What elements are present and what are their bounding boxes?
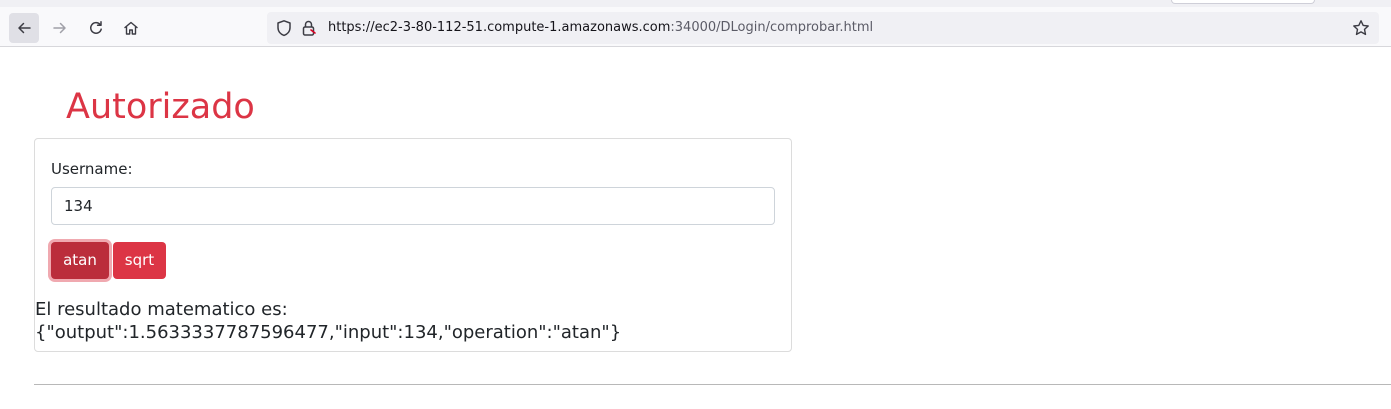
url-text[interactable]: https://ec2-3-80-112-51.compute-1.amazon…	[328, 20, 873, 36]
forward-button[interactable]	[45, 13, 75, 43]
sqrt-button[interactable]: sqrt	[113, 242, 166, 279]
shield-icon[interactable]	[275, 19, 293, 41]
lock-icon[interactable]	[300, 19, 318, 41]
reload-icon	[88, 20, 104, 36]
login-card: Username: atan sqrt El resultado matemat…	[34, 138, 792, 352]
horizontal-divider	[34, 384, 1391, 385]
result-value: {"output":1.5633337787596477,"input":134…	[35, 322, 622, 343]
forward-arrow-icon	[52, 20, 68, 36]
back-button[interactable]	[9, 13, 39, 43]
home-icon	[123, 20, 139, 36]
browser-tab[interactable]	[1171, 0, 1315, 4]
page-title: Autorizado	[66, 87, 255, 127]
bookmark-star-icon[interactable]	[1352, 19, 1370, 41]
address-bar[interactable]: https://ec2-3-80-112-51.compute-1.amazon…	[267, 12, 1379, 44]
url-path: :34000/DLogin/comprobar.html	[670, 20, 874, 35]
username-input[interactable]	[51, 187, 775, 225]
back-arrow-icon	[16, 20, 32, 36]
reload-button[interactable]	[81, 13, 111, 43]
url-host: https://ec2-3-80-112-51.compute-1.amazon…	[328, 20, 671, 35]
atan-button[interactable]: atan	[51, 242, 109, 279]
home-button[interactable]	[116, 13, 146, 43]
username-label: Username:	[51, 160, 133, 178]
result-label: El resultado matematico es:	[35, 299, 288, 320]
browser-toolbar: https://ec2-3-80-112-51.compute-1.amazon…	[0, 7, 1391, 47]
